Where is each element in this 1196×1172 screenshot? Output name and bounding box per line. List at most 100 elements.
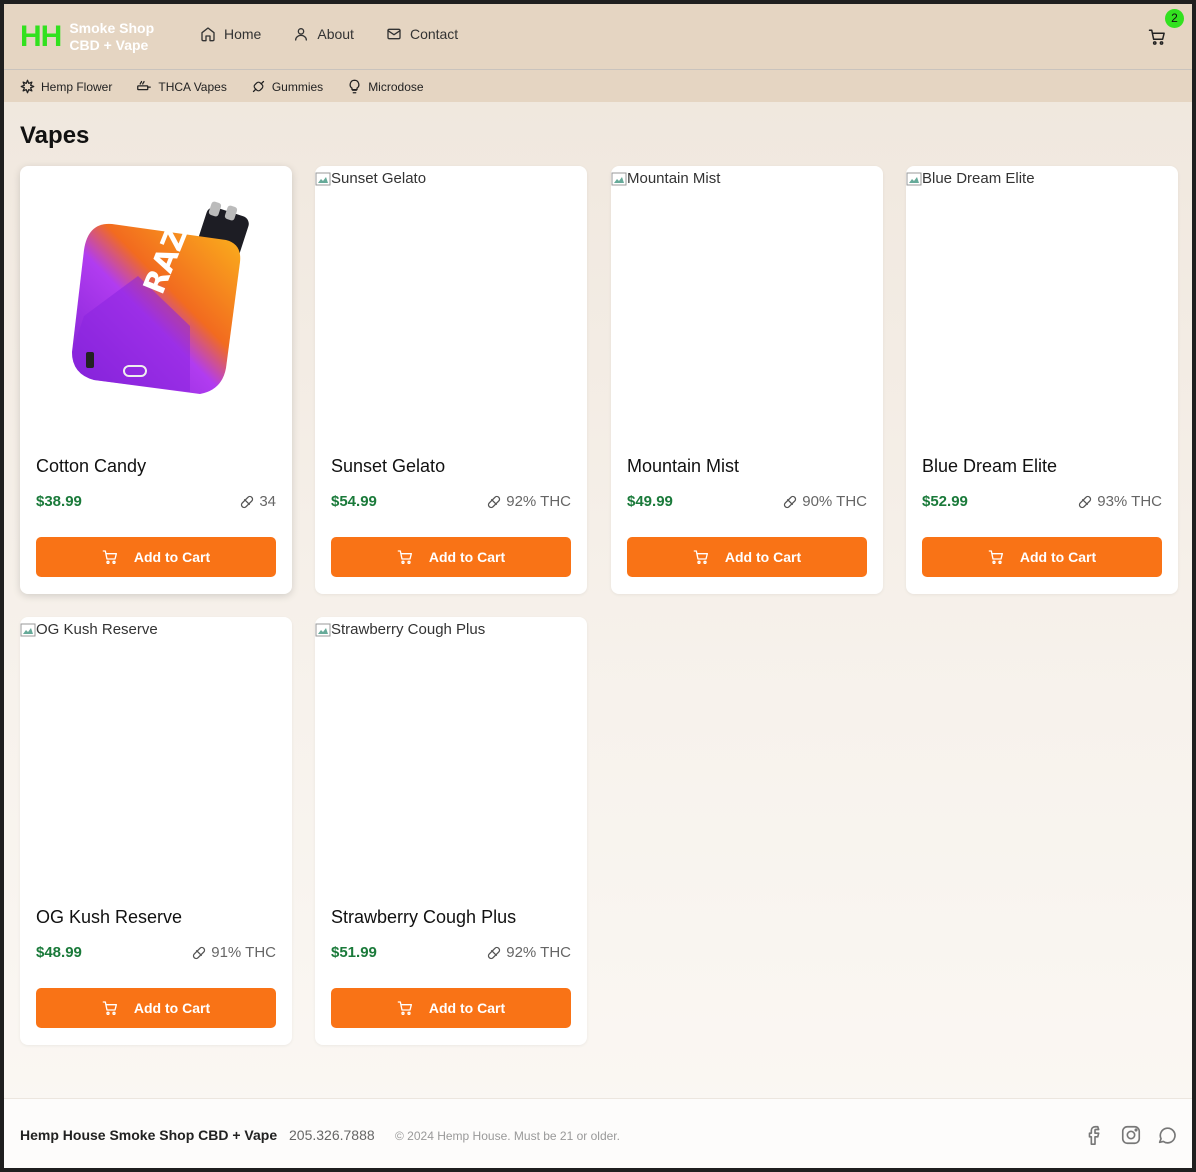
pill-icon <box>488 946 501 959</box>
add-to-cart-button[interactable]: Add to Cart <box>331 988 571 1028</box>
broken-image-alt: Blue Dream Elite <box>906 170 1035 187</box>
product-price: $52.99 <box>922 493 968 510</box>
cart-icon <box>102 1001 117 1015</box>
add-to-cart-button[interactable]: Add to Cart <box>36 537 276 577</box>
chat-icon <box>1158 1127 1176 1144</box>
product-thc: 93% THC <box>1077 493 1162 510</box>
category-bar: Hemp Flower THCA Vapes Gummies Microdose <box>4 70 1192 102</box>
product-image[interactable]: Mountain Mist <box>611 166 883 438</box>
page-title: Vapes <box>20 122 90 149</box>
pill-icon <box>241 495 254 508</box>
broken-image-alt: Strawberry Cough Plus <box>315 621 485 638</box>
pill-icon <box>784 495 797 508</box>
product-image[interactable]: OG Kush Reserve <box>20 617 292 889</box>
add-to-cart-label: Add to Cart <box>428 549 506 565</box>
chat-link[interactable] <box>1156 1124 1178 1146</box>
instagram-link[interactable] <box>1120 1124 1142 1146</box>
add-to-cart-button[interactable]: Add to Cart <box>627 537 867 577</box>
nav-home[interactable]: Home <box>200 26 261 42</box>
vape-icon <box>137 80 152 91</box>
main-nav: Home About Contact <box>200 26 490 42</box>
candy-icon <box>252 80 264 93</box>
user-icon <box>295 28 308 41</box>
product-thc: 90% THC <box>782 493 867 510</box>
product-price: $49.99 <box>627 493 673 510</box>
lightbulb-icon <box>349 79 360 94</box>
category-microdose[interactable]: Microdose <box>347 79 424 94</box>
product-card: RAZ Cotton Candy $38.99 34 Add to Cart <box>20 166 292 594</box>
category-hemp-flower[interactable]: Hemp Flower <box>20 79 112 94</box>
broken-image-alt: Mountain Mist <box>611 170 720 187</box>
category-thca-vapes[interactable]: THCA Vapes <box>136 79 227 94</box>
home-icon <box>201 27 215 42</box>
cart-icon <box>397 1001 412 1015</box>
category-gummies[interactable]: Gummies <box>251 79 323 94</box>
broken-image-icon <box>20 623 36 636</box>
product-name: Sunset Gelato <box>331 456 446 476</box>
cart-count-badge: 2 <box>1165 9 1184 28</box>
product-price: $48.99 <box>36 944 82 961</box>
add-to-cart-button[interactable]: Add to Cart <box>922 537 1162 577</box>
category-label: Gummies <box>271 79 324 94</box>
cart-icon <box>988 550 1003 564</box>
product-image[interactable]: Sunset Gelato <box>315 166 587 438</box>
add-to-cart-button[interactable]: Add to Cart <box>36 988 276 1028</box>
broken-image-icon <box>611 172 627 185</box>
facebook-link[interactable] <box>1084 1124 1106 1146</box>
product-thc: 92% THC <box>486 493 571 510</box>
broken-image-alt: OG Kush Reserve <box>20 621 158 638</box>
product-thc-value: 93% THC <box>1097 493 1162 510</box>
product-name: OG Kush Reserve <box>36 907 183 927</box>
logo-line1: Smoke Shop <box>69 20 155 36</box>
broken-image-icon <box>315 623 331 636</box>
product-image[interactable]: Strawberry Cough Plus <box>315 617 587 889</box>
facebook-icon <box>1088 1125 1100 1145</box>
product-name: Blue Dream Elite <box>922 456 1058 476</box>
cart-button[interactable] <box>1148 28 1168 48</box>
product-price: $54.99 <box>331 493 377 510</box>
page: HH Smoke Shop CBD + Vape Home About Cont… <box>4 4 1192 1168</box>
add-to-cart-button[interactable]: Add to Cart <box>331 537 571 577</box>
footer-copyright: © 2024 Hemp House. Must be 21 or older. <box>395 1129 620 1143</box>
nav-about[interactable]: About <box>293 26 354 42</box>
footer-business-name: Hemp House Smoke Shop CBD + Vape <box>20 1127 278 1143</box>
pill-icon <box>1079 495 1092 508</box>
product-thc-value: 34 <box>259 493 276 510</box>
product-name: Strawberry Cough Plus <box>331 907 517 927</box>
category-label: Microdose <box>368 79 424 94</box>
product-name: Cotton Candy <box>36 456 147 476</box>
cart-icon <box>102 550 117 564</box>
product-thc: 92% THC <box>486 944 571 961</box>
footer: Hemp House Smoke Shop CBD + Vape 205.326… <box>4 1098 1192 1168</box>
add-to-cart-label: Add to Cart <box>724 549 802 565</box>
cart-icon <box>397 550 412 564</box>
instagram-icon <box>1121 1125 1141 1145</box>
cart-icon <box>693 550 708 564</box>
category-label: THCA Vapes <box>158 79 227 94</box>
image-alt-text: OG Kush Reserve <box>36 621 158 638</box>
category-label: Hemp Flower <box>41 79 113 94</box>
product-thc-value: 92% THC <box>506 944 571 961</box>
product-image[interactable]: RAZ <box>20 166 292 438</box>
logo[interactable]: HH Smoke Shop CBD + Vape <box>20 20 154 54</box>
image-alt-text: Blue Dream Elite <box>922 170 1035 187</box>
product-card: Sunset Gelato Sunset Gelato $54.99 92% T… <box>315 166 587 594</box>
footer-phone[interactable]: 205.326.7888 <box>289 1127 375 1143</box>
product-thc-value: 90% THC <box>802 493 867 510</box>
logo-mark: HH <box>20 20 62 53</box>
logo-line2: CBD + Vape <box>69 37 149 53</box>
product-image[interactable]: Blue Dream Elite <box>906 166 1178 438</box>
leaf-icon <box>20 79 35 94</box>
product-price: $51.99 <box>331 944 377 961</box>
mail-icon <box>387 28 401 40</box>
product-thc: 91% THC <box>191 944 276 961</box>
image-alt-text: Strawberry Cough Plus <box>331 621 486 638</box>
pill-icon <box>488 495 501 508</box>
header: HH Smoke Shop CBD + Vape Home About Cont… <box>4 4 1192 70</box>
product-card: Blue Dream Elite Blue Dream Elite $52.99… <box>906 166 1178 594</box>
logo-text: Smoke Shop CBD + Vape <box>69 20 154 54</box>
product-thc-value: 91% THC <box>211 944 276 961</box>
nav-contact[interactable]: Contact <box>386 26 458 42</box>
image-alt-text: Sunset Gelato <box>331 170 427 187</box>
product-card: Strawberry Cough Plus Strawberry Cough P… <box>315 617 587 1045</box>
